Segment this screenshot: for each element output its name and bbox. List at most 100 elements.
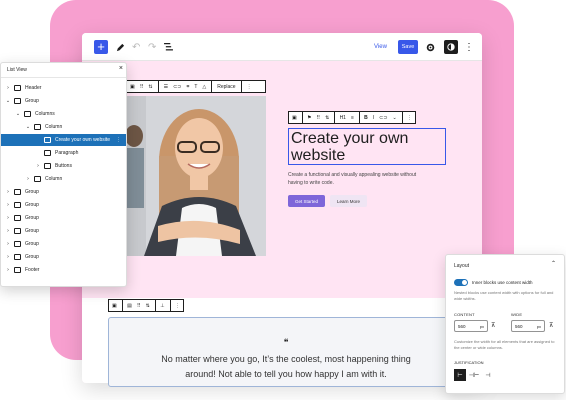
list-view-row[interactable]: › Column xyxy=(1,173,126,185)
content-width-align-icon: ⊼ xyxy=(491,323,496,329)
bold-button[interactable]: B xyxy=(364,115,368,121)
width-description: Customize the width for all elements tha… xyxy=(454,339,555,350)
content-width-input[interactable]: 560 px xyxy=(454,320,488,332)
heading-link-icon[interactable]: ⊂⊃ xyxy=(379,115,387,121)
list-view-row[interactable]: › Header xyxy=(1,82,126,94)
list-view-row[interactable]: ⌄ Columns xyxy=(1,108,126,120)
heading-move-arrows-icon[interactable]: ⇅ xyxy=(325,115,329,121)
list-view-row[interactable]: Create your own website ⋮ xyxy=(1,134,126,146)
quote-align-icon[interactable]: ⊥ xyxy=(160,303,164,309)
chevron-right-icon[interactable]: › xyxy=(5,202,11,208)
heading-more-icon[interactable]: ⋮ xyxy=(407,115,412,121)
list-view-row[interactable]: › Group xyxy=(1,186,126,198)
undo-icon[interactable]: ↶ xyxy=(132,39,140,55)
list-view-row[interactable]: › Group xyxy=(1,199,126,211)
wide-width-unit[interactable]: px xyxy=(537,324,541,329)
heading-block-icon[interactable]: ▣ xyxy=(292,115,297,121)
block-icon xyxy=(14,189,21,195)
image-block-toolbar: ▣ ⠿ ⇅ ☰ ⊂⊃ ⌗ T △ Replace ⋮ xyxy=(126,80,266,93)
close-icon[interactable]: × xyxy=(119,65,123,72)
quote-move-arrows-icon[interactable]: ⇅ xyxy=(146,303,150,309)
block-icon xyxy=(14,202,21,208)
list-view-row[interactable]: Paragraph xyxy=(1,147,126,159)
add-block-button[interactable]: + xyxy=(94,40,108,54)
crop-icon[interactable]: ⌗ xyxy=(186,84,189,90)
tools-pen-icon[interactable] xyxy=(116,39,125,55)
chevron-right-icon[interactable]: › xyxy=(5,241,11,247)
chevron-right-icon[interactable]: › xyxy=(25,176,31,182)
chevron-right-icon[interactable]: › xyxy=(5,228,11,234)
list-view-row-label: Group xyxy=(25,189,39,195)
list-view-row-label: Column xyxy=(45,176,63,182)
chevron-right-icon[interactable]: › xyxy=(5,254,11,260)
list-view-row[interactable]: › Footer xyxy=(1,264,126,276)
align-icon[interactable]: ☰ xyxy=(164,84,168,90)
block-icon xyxy=(14,215,21,221)
list-view-row[interactable]: ⌄ Column xyxy=(1,121,126,133)
italic-button[interactable]: I xyxy=(373,115,374,121)
testimonial-text[interactable]: No matter where you go, It’s the coolest… xyxy=(109,352,463,382)
list-view-row[interactable]: ⌄ Group xyxy=(1,95,126,107)
chevron-down-icon[interactable]: ⌄ xyxy=(25,124,31,130)
heading-block-toolbar: ▣ ⚑ ⠿ ⇅ H1 ≡ B I ⊂⊃ ⌄ ⋮ xyxy=(288,111,416,124)
redo-icon[interactable]: ↷ xyxy=(148,39,156,55)
list-view-row[interactable]: › Group xyxy=(1,238,126,250)
block-icon xyxy=(44,150,51,156)
block-icon xyxy=(44,163,51,169)
list-view-row-label: Header xyxy=(25,85,42,91)
content-width-unit[interactable]: px xyxy=(480,324,484,329)
layout-panel: Layout ⌃ Inner blocks use content width … xyxy=(445,254,565,394)
save-button[interactable]: Save xyxy=(398,40,418,54)
move-arrows-icon[interactable]: ⇅ xyxy=(148,84,152,90)
list-view-row[interactable]: › Group xyxy=(1,251,126,263)
testimonial-quote-block[interactable]: ❝ No matter where you go, It’s the coole… xyxy=(108,317,462,387)
more-options-icon[interactable]: ⋮ xyxy=(464,39,474,55)
more-formats-chevron-down-icon[interactable]: ⌄ xyxy=(393,115,397,121)
view-link[interactable]: View xyxy=(374,39,387,55)
chevron-right-icon[interactable]: › xyxy=(5,215,11,221)
chevron-down-icon[interactable]: ⌄ xyxy=(15,111,21,117)
image-block-icon[interactable]: ▣ xyxy=(130,84,135,90)
chevron-right-icon[interactable]: › xyxy=(5,267,11,273)
quote-more-icon[interactable]: ⋮ xyxy=(175,303,180,309)
collapse-chevron-up-icon[interactable]: ⌃ xyxy=(551,260,556,267)
justify-left-icon[interactable]: ⊢ xyxy=(454,369,466,381)
text-overlay-icon[interactable]: T xyxy=(194,84,197,90)
justify-center-icon[interactable]: ⊣⊢ xyxy=(468,369,480,381)
heading-align-icon[interactable]: ≡ xyxy=(351,115,354,121)
link-icon[interactable]: ⊂⊃ xyxy=(173,84,181,90)
list-view-row[interactable]: › Group xyxy=(1,225,126,237)
list-view-row[interactable]: › Group xyxy=(1,212,126,224)
chevron-right-icon[interactable]: › xyxy=(5,85,11,91)
group-block-icon[interactable]: ▣ xyxy=(112,303,117,309)
quote-block-icon[interactable]: ▤ xyxy=(127,303,132,309)
heading-block[interactable]: Create your own website xyxy=(288,128,446,165)
bookmark-icon[interactable]: ⚑ xyxy=(307,115,311,121)
list-view-row-label: Group xyxy=(25,215,39,221)
hero-heading[interactable]: Create your own website xyxy=(289,129,445,165)
settings-gear-icon[interactable] xyxy=(426,39,435,55)
get-started-button[interactable]: Get Started xyxy=(288,195,325,207)
hero-paragraph[interactable]: Create a functional and visually appeali… xyxy=(288,171,428,187)
chevron-right-icon[interactable]: › xyxy=(35,163,41,169)
replace-button[interactable]: Replace xyxy=(217,84,235,90)
heading-drag-handle-icon[interactable]: ⠿ xyxy=(316,115,320,121)
image-more-icon[interactable]: ⋮ xyxy=(247,84,252,90)
justify-right-icon[interactable]: ⊣ xyxy=(482,369,494,381)
chevron-down-icon[interactable]: ⌄ xyxy=(5,98,11,104)
list-view-row[interactable]: › Buttons xyxy=(1,160,126,172)
content-width-toggle[interactable] xyxy=(454,279,468,286)
quote-drag-handle-icon[interactable]: ⠿ xyxy=(137,303,141,309)
block-icon xyxy=(14,267,21,273)
drag-handle-icon[interactable]: ⠿ xyxy=(140,84,144,90)
chevron-right-icon[interactable]: › xyxy=(5,189,11,195)
alert-icon[interactable]: △ xyxy=(202,84,206,90)
row-options-icon[interactable]: ⋮ xyxy=(116,137,121,143)
document-overview-icon[interactable] xyxy=(164,39,173,55)
list-view-panel: List View × › Header ⌄ Group ⌄ Columns ⌄ Column… xyxy=(0,62,127,287)
list-view-row-label: Group xyxy=(25,228,39,234)
learn-more-button[interactable]: Learn More xyxy=(330,195,367,207)
wide-width-input[interactable]: 560 px xyxy=(511,320,545,332)
heading-level-button[interactable]: H1 xyxy=(340,115,346,121)
styles-contrast-icon[interactable] xyxy=(444,40,458,54)
